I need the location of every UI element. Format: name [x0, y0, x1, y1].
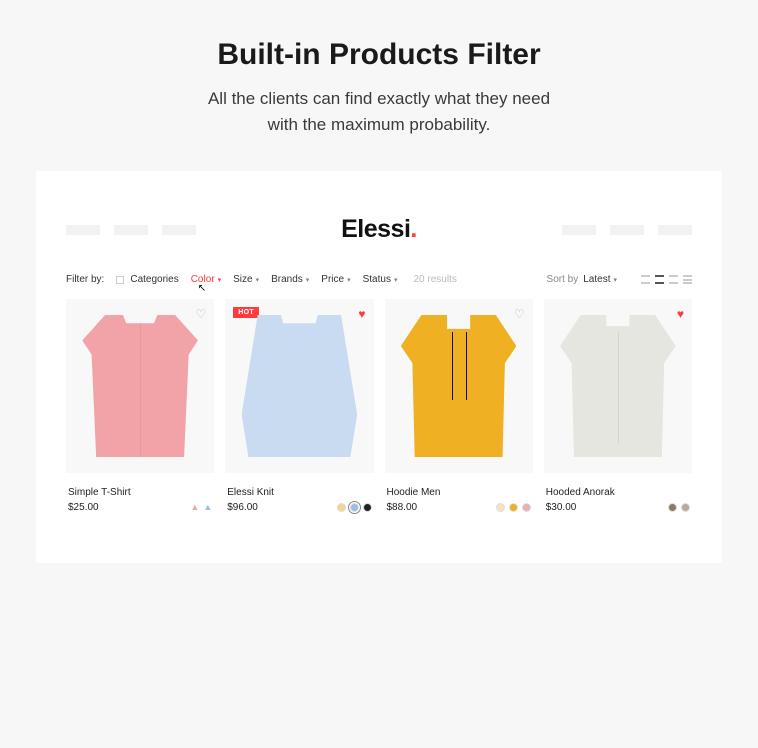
product-illustration [82, 315, 198, 458]
chevron-down-icon: ▾ [256, 276, 260, 284]
filter-by-label: Filter by: [66, 274, 104, 285]
chevron-down-icon: ▾ [218, 276, 222, 284]
view-grid-4-icon[interactable] [669, 275, 678, 284]
product-image[interactable]: ♥ [544, 299, 692, 473]
product-illustration [560, 315, 676, 458]
swatch-dot[interactable] [496, 503, 505, 512]
product-grid: ♡ Simple T-Shirt $25.00 ▲ ▲ HOT ♥ [66, 299, 692, 513]
brand-name: Elessi [341, 215, 410, 243]
swatch-dot[interactable] [350, 503, 359, 512]
swatch-icon[interactable]: ▲ [190, 503, 199, 512]
wishlist-icon[interactable]: ♡ [514, 307, 525, 321]
swatch-icon[interactable]: ▲ [203, 503, 212, 512]
checkbox-icon [116, 276, 124, 284]
product-price: $25.00 [68, 502, 99, 513]
brand-logo[interactable]: Elessi. [341, 215, 417, 244]
filter-categories-label: Categories [130, 274, 178, 285]
swatch-dot[interactable] [668, 503, 677, 512]
color-swatches [496, 503, 531, 512]
filter-status-label: Status [363, 274, 391, 285]
wishlist-icon[interactable]: ♡ [195, 307, 206, 321]
swatch-dot[interactable] [509, 503, 518, 512]
product-card[interactable]: HOT ♥ Elessi Knit $96.00 [225, 299, 373, 513]
swatch-dot[interactable] [337, 503, 346, 512]
shop-window: Elessi. Filter by: Categories Color ▾ ↖ … [36, 171, 722, 563]
product-image[interactable]: ♡ [385, 299, 533, 473]
product-card[interactable]: ♥ Hooded Anorak $30.00 [544, 299, 692, 513]
color-swatches: ▲ ▲ [190, 503, 212, 512]
chevron-down-icon: ▾ [347, 276, 351, 284]
subtitle-line-2: with the maximum probability. [268, 115, 491, 134]
filter-bar: Filter by: Categories Color ▾ ↖ Size ▾ B… [66, 274, 692, 285]
view-grid-2-icon[interactable] [641, 275, 650, 284]
hot-badge: HOT [233, 307, 259, 318]
product-price: $30.00 [546, 502, 577, 513]
product-image[interactable]: HOT ♥ [225, 299, 373, 473]
filter-size[interactable]: Size ▾ [233, 274, 259, 285]
product-price: $96.00 [227, 502, 258, 513]
subtitle-line-1: All the clients can find exactly what th… [208, 89, 550, 108]
product-image[interactable]: ♡ [66, 299, 214, 473]
sort-value: Latest [583, 274, 610, 285]
product-card[interactable]: ♡ Hoodie Men $88.00 [385, 299, 533, 513]
product-card[interactable]: ♡ Simple T-Shirt $25.00 ▲ ▲ [66, 299, 214, 513]
results-count: 20 results [413, 274, 456, 285]
filter-brands[interactable]: Brands ▾ [271, 274, 309, 285]
page-title: Built-in Products Filter [20, 38, 738, 72]
filter-brands-label: Brands [271, 274, 303, 285]
color-swatches [668, 503, 690, 512]
nav-right-placeholder [562, 225, 692, 235]
sort-dropdown[interactable]: Latest ▾ [583, 274, 617, 285]
product-name: Simple T-Shirt [68, 487, 212, 498]
filter-price[interactable]: Price ▾ [321, 274, 350, 285]
swatch-dot[interactable] [681, 503, 690, 512]
chevron-down-icon: ▾ [306, 276, 310, 284]
chevron-down-icon: ▾ [394, 276, 398, 284]
product-name: Hooded Anorak [546, 487, 690, 498]
product-illustration [242, 315, 358, 458]
view-grid-3-icon[interactable] [655, 275, 664, 284]
brand-dot: . [410, 215, 416, 243]
product-illustration [401, 315, 517, 458]
filter-status[interactable]: Status ▾ [363, 274, 398, 285]
sort-by-label: Sort by [547, 274, 579, 285]
product-price: $88.00 [387, 502, 418, 513]
filter-price-label: Price [321, 274, 344, 285]
filter-color-label: Color [191, 274, 215, 285]
chevron-down-icon: ▾ [613, 276, 617, 284]
wishlist-icon[interactable]: ♥ [358, 307, 365, 321]
wishlist-icon[interactable]: ♥ [677, 307, 684, 321]
filter-color[interactable]: Color ▾ ↖ [191, 274, 221, 285]
filter-size-label: Size [233, 274, 252, 285]
nav-left-placeholder [66, 225, 196, 235]
page-subtitle: All the clients can find exactly what th… [20, 86, 738, 137]
view-list-icon[interactable] [683, 275, 692, 284]
filter-categories[interactable]: Categories [116, 274, 178, 285]
shop-header: Elessi. [66, 215, 692, 244]
product-name: Elessi Knit [227, 487, 371, 498]
swatch-dot[interactable] [522, 503, 531, 512]
product-name: Hoodie Men [387, 487, 531, 498]
swatch-dot[interactable] [363, 503, 372, 512]
color-swatches [337, 503, 372, 512]
view-mode-icons [641, 275, 692, 284]
